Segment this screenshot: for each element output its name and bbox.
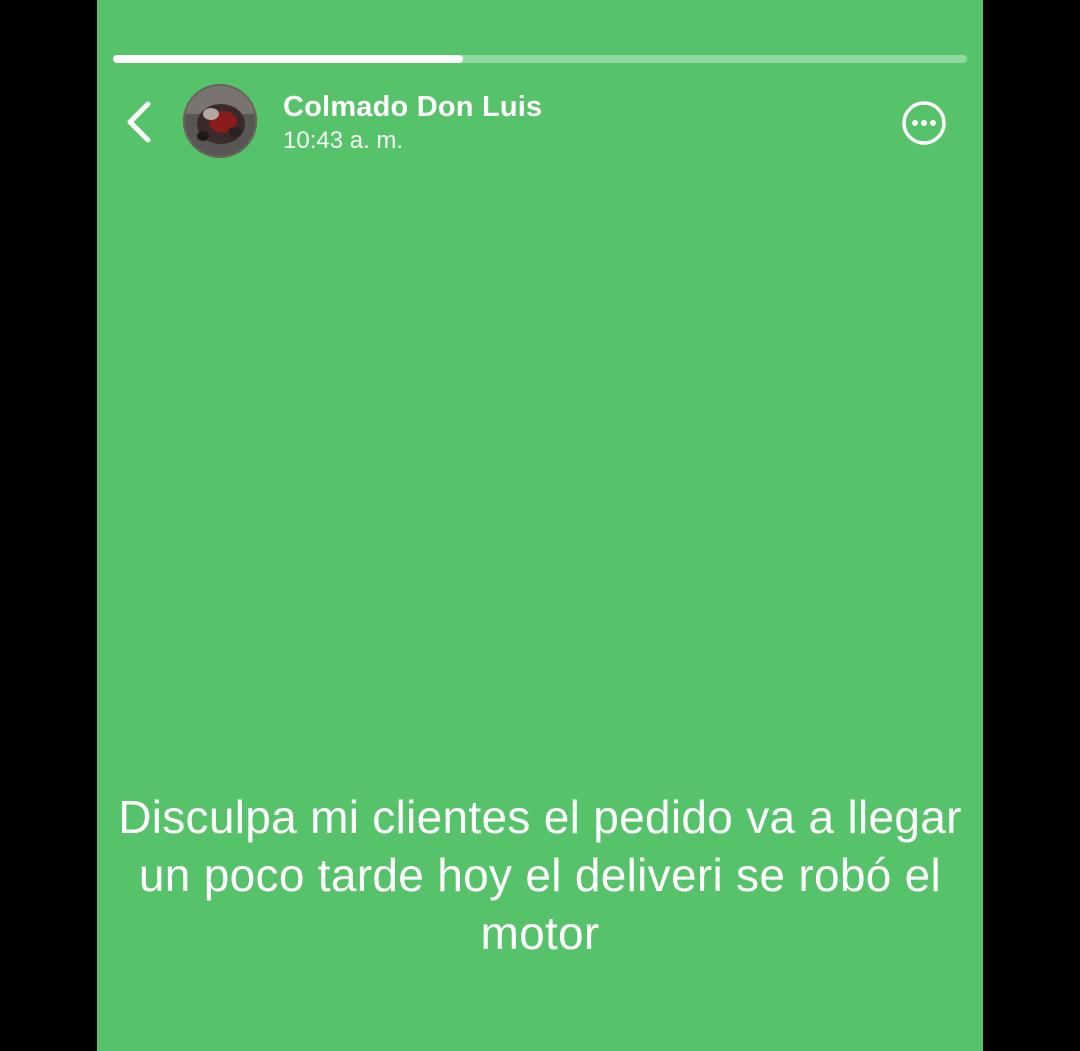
- story-header: Colmado Don Luis 10:43 a. m.: [97, 80, 983, 164]
- more-options-icon: [902, 101, 946, 145]
- chevron-left-icon: [127, 101, 151, 143]
- avatar-photo: [183, 84, 257, 158]
- back-button[interactable]: [117, 94, 161, 150]
- story-progress-fill: [113, 55, 464, 63]
- status-text: Disculpa mi clientes el pedido va a lleg…: [118, 791, 962, 959]
- contact-info[interactable]: Colmado Don Luis 10:43 a. m.: [283, 90, 542, 156]
- story-progress-bar: [113, 55, 967, 63]
- screen: Colmado Don Luis 10:43 a. m. Disculpa mi…: [0, 0, 1080, 1051]
- more-options-button[interactable]: [901, 100, 947, 146]
- avatar[interactable]: [183, 84, 257, 158]
- status-story[interactable]: Colmado Don Luis 10:43 a. m. Disculpa mi…: [97, 0, 983, 1051]
- status-timestamp: 10:43 a. m.: [283, 127, 404, 154]
- contact-name: Colmado Don Luis: [283, 91, 543, 123]
